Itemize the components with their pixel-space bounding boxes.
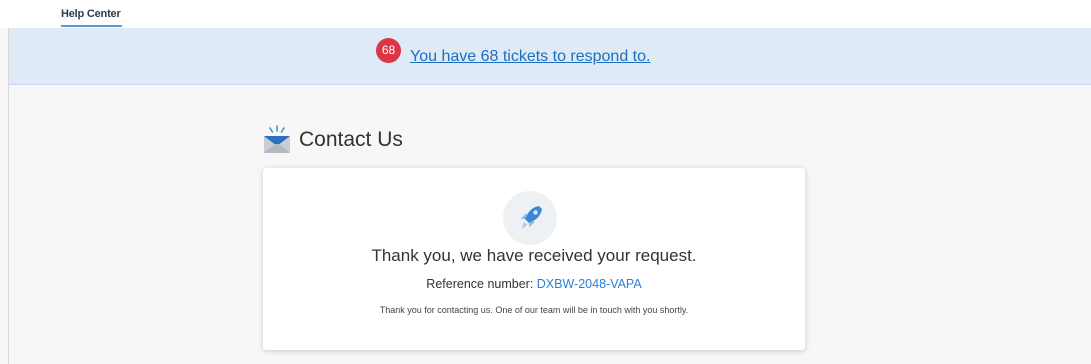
active-tab-indicator (61, 25, 122, 27)
envelope-icon (264, 125, 290, 153)
rocket-icon-container (503, 191, 557, 245)
reference-label: Reference number: (426, 277, 537, 291)
ticket-count-badge: 68 (376, 38, 401, 63)
confirmation-message: Thank you, we have received your request… (371, 246, 697, 265)
page-title: Contact Us (299, 128, 403, 151)
tab-help-center[interactable]: Help Center (61, 8, 121, 20)
reference-line: Reference number: DXBW-2048-VAPA (263, 277, 805, 291)
tickets-link[interactable]: You have 68 tickets to respond to. (410, 48, 650, 66)
rocket-icon (521, 206, 542, 229)
reference-number: DXBW-2048-VAPA (536, 277, 642, 291)
confirmation-card: Thank you, we have received your request… (263, 168, 805, 350)
top-navigation: Help Center (0, 0, 1091, 28)
follow-up-note: Thank you for contacting us. One of our … (379, 305, 689, 315)
